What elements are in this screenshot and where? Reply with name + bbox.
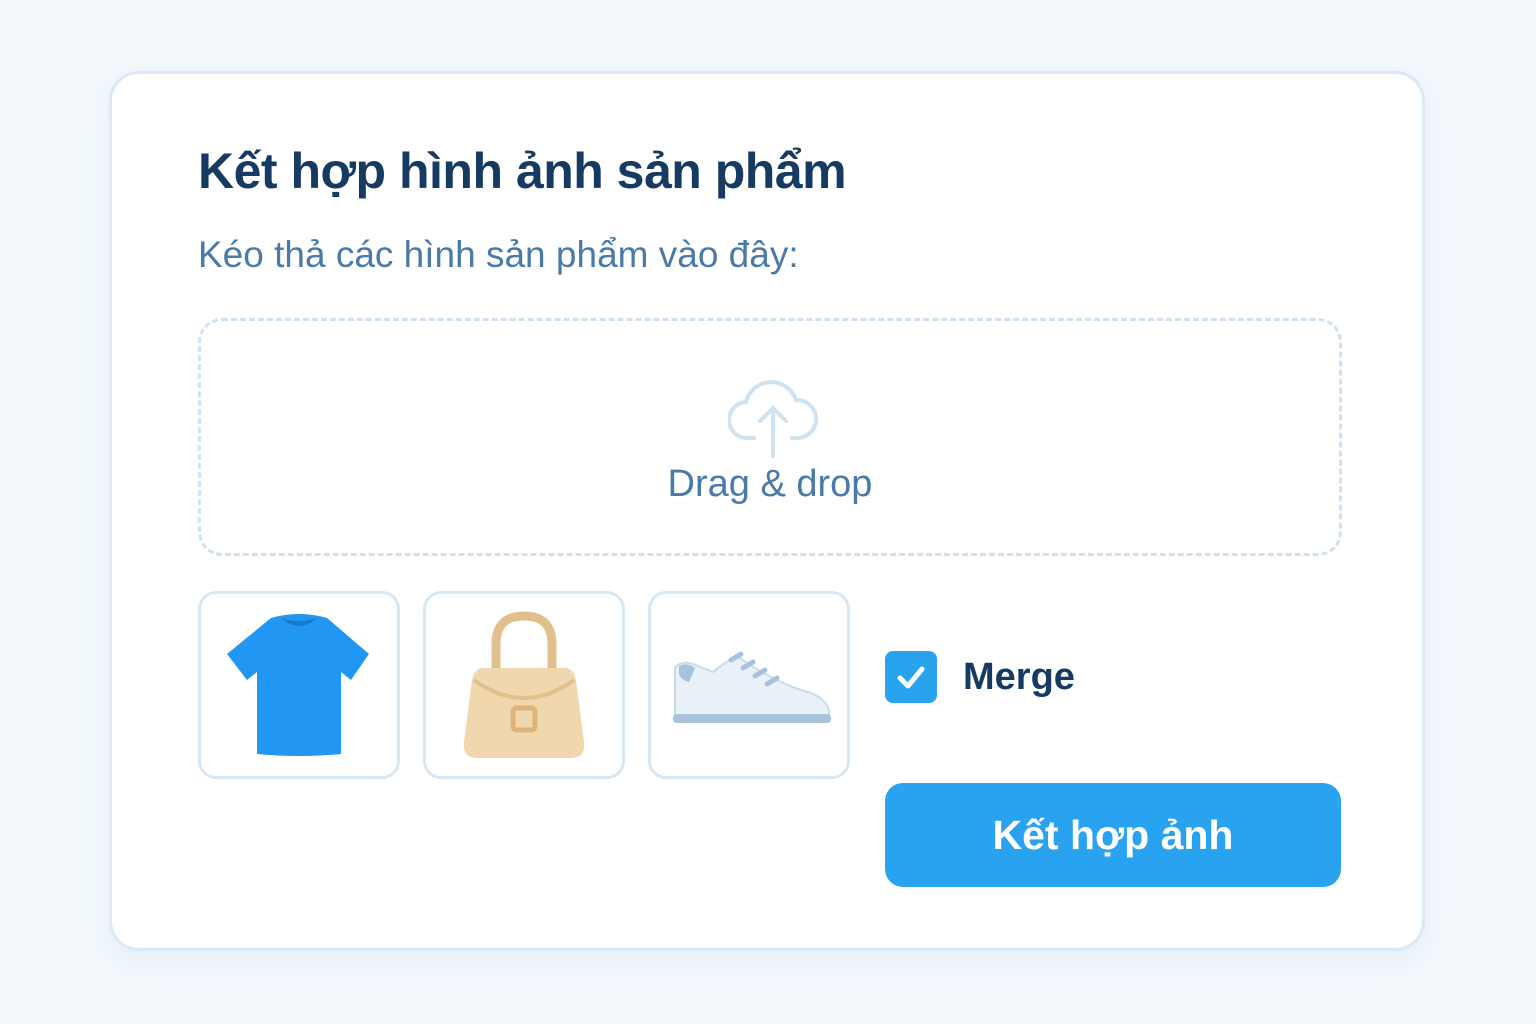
drop-zone-label: Drag & drop bbox=[667, 463, 873, 505]
product-thumbnail-sneaker[interactable] bbox=[648, 591, 850, 779]
product-merge-card: Kết hợp hình ảnh sản phẩm Kéo thả các hì… bbox=[109, 71, 1425, 951]
merge-checkbox[interactable] bbox=[885, 651, 937, 703]
drop-zone[interactable]: Drag & drop bbox=[198, 318, 1342, 556]
sneaker-icon bbox=[673, 651, 831, 723]
page-title: Kết hợp hình ảnh sản phẩm bbox=[198, 143, 847, 199]
instruction-text: Kéo thả các hình sản phẩm vào đây: bbox=[198, 234, 799, 275]
merge-option[interactable]: Merge bbox=[885, 650, 1075, 704]
product-thumbnail-handbag[interactable] bbox=[423, 591, 625, 779]
handbag-icon bbox=[463, 611, 585, 758]
checkmark-icon bbox=[897, 666, 925, 689]
t-shirt-icon bbox=[227, 614, 369, 756]
product-thumbnail-tshirt[interactable] bbox=[198, 591, 400, 779]
cloud-upload-icon bbox=[728, 380, 818, 458]
merge-label: Merge bbox=[963, 655, 1075, 698]
merge-images-button[interactable]: Kết hợp ảnh bbox=[885, 783, 1341, 887]
